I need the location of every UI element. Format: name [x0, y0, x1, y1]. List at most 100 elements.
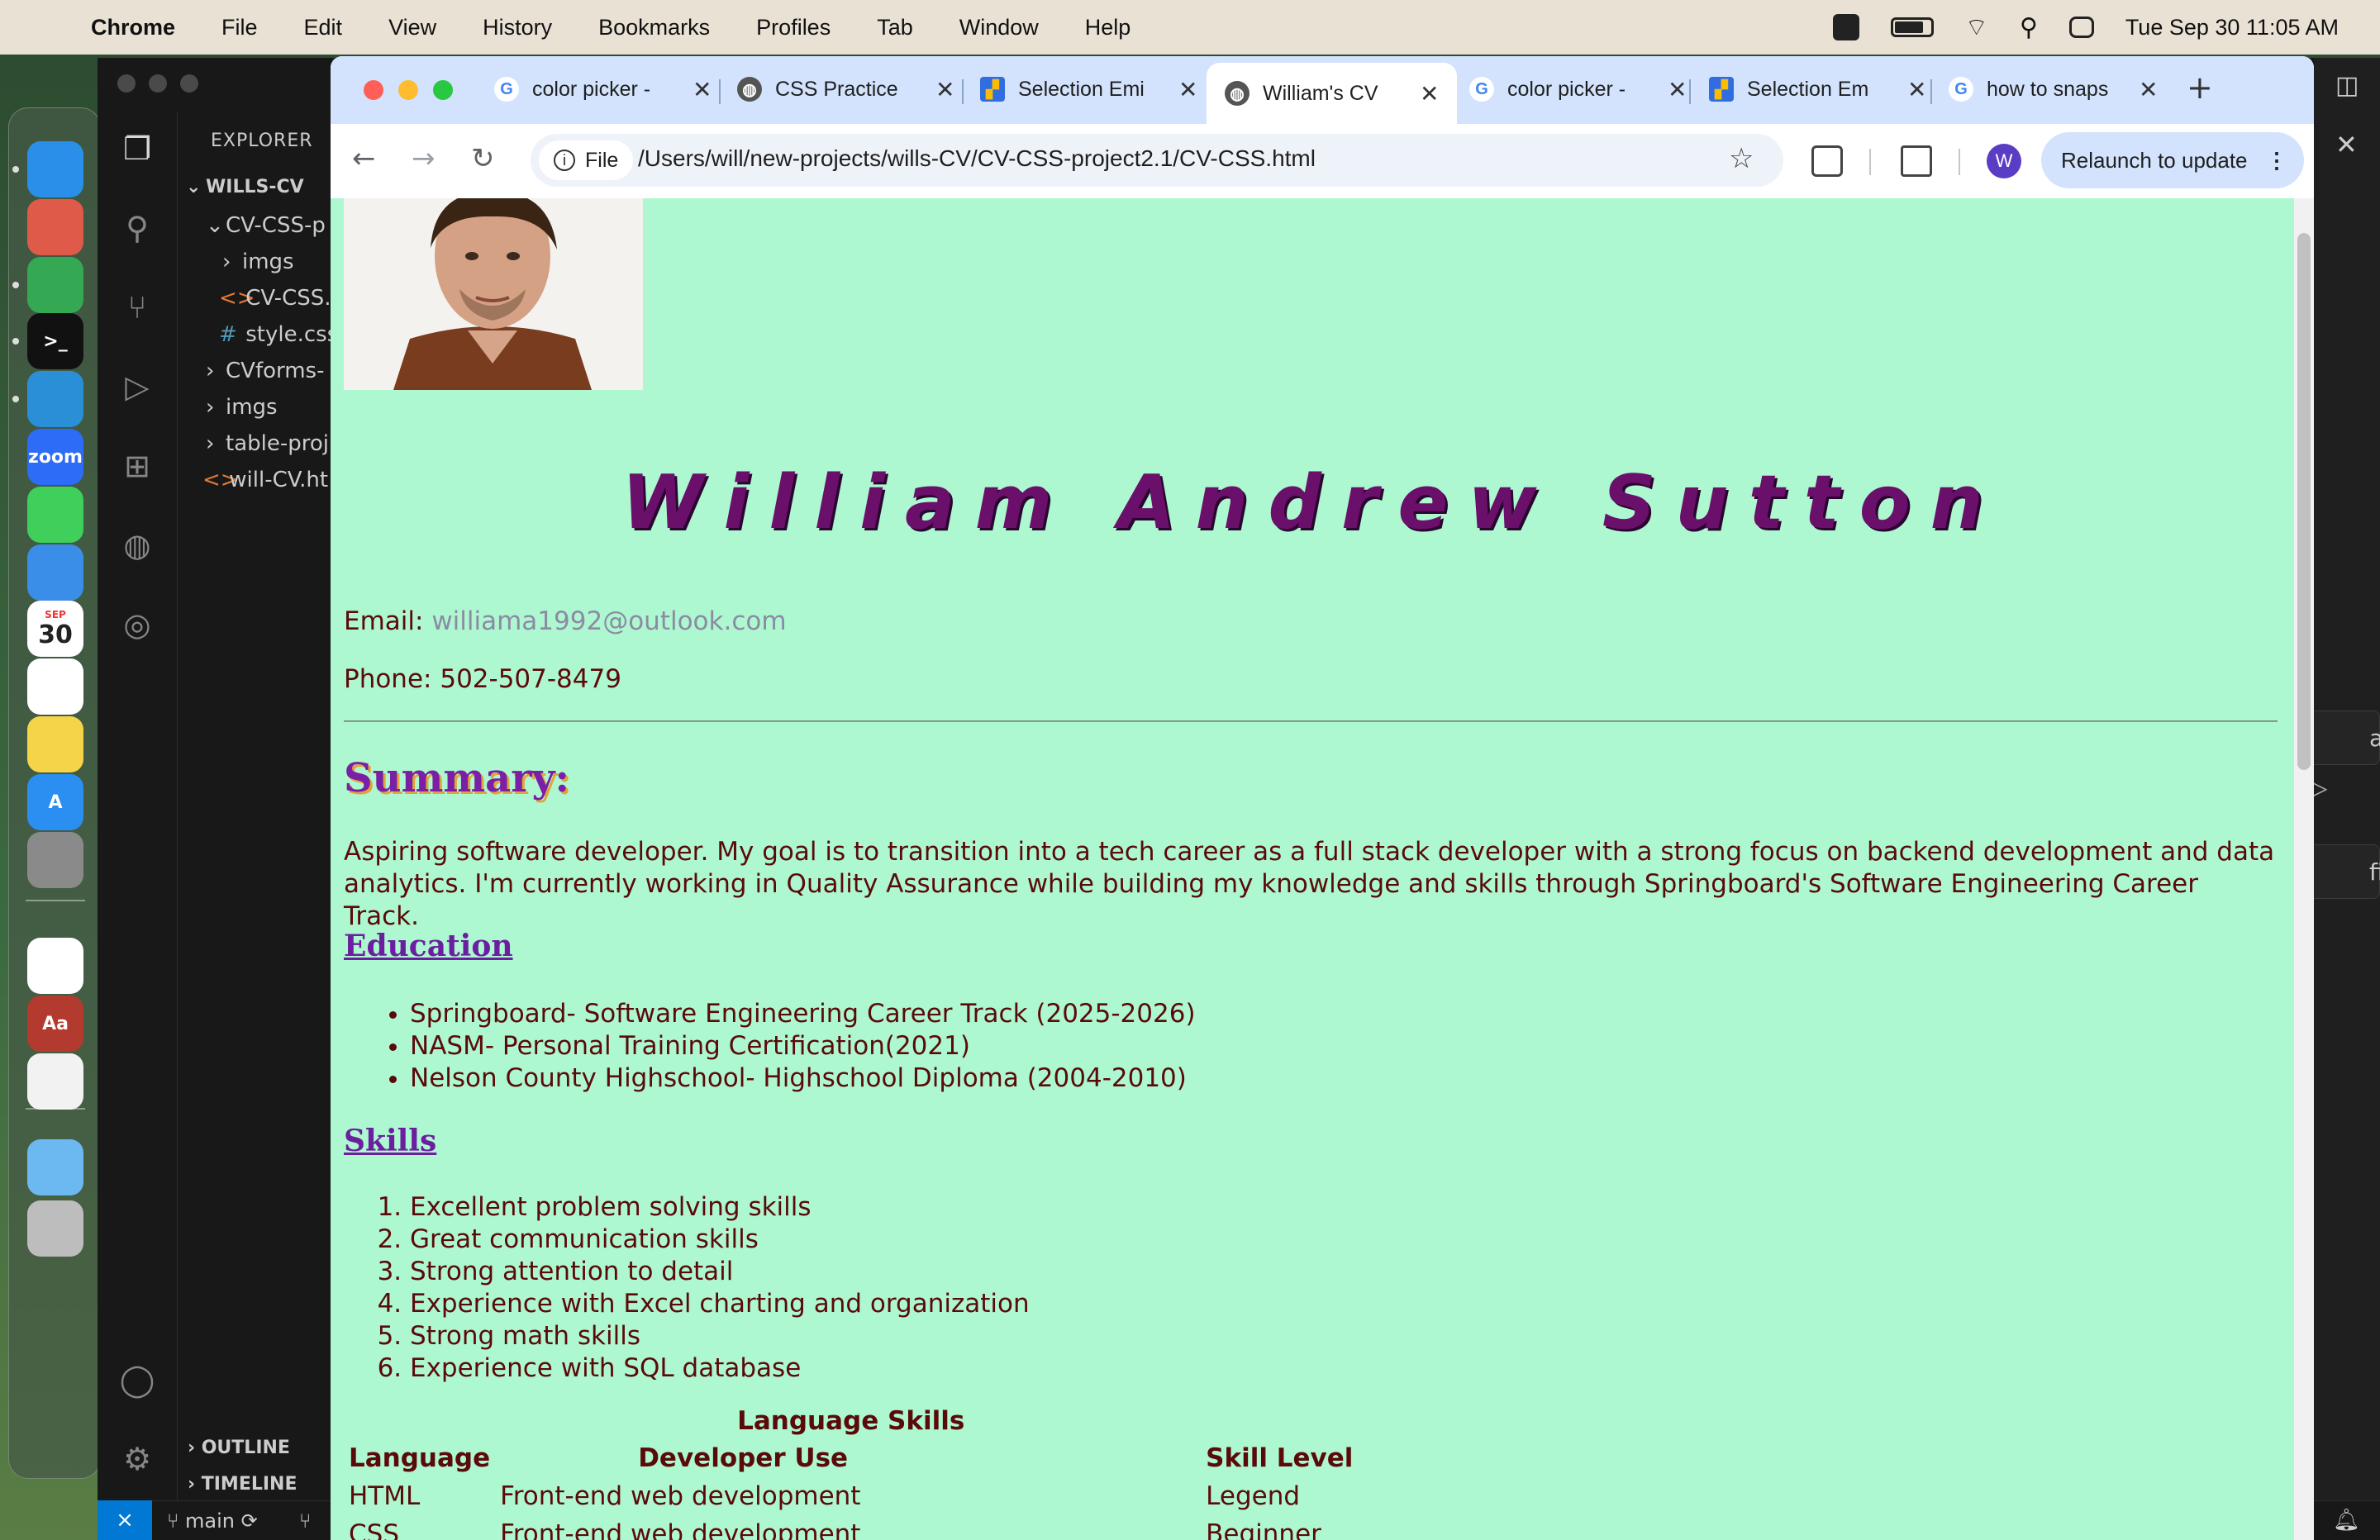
tree-item-folder[interactable]: ⌄CV-CSS-p — [206, 213, 326, 238]
app-favicon-icon: ▞ — [980, 77, 1005, 102]
menu-window[interactable]: Window — [959, 15, 1039, 40]
tab-close-icon[interactable]: ✕ — [1178, 76, 1197, 103]
menu-edit[interactable]: Edit — [304, 15, 343, 40]
notes-icon[interactable] — [27, 716, 83, 772]
profile-avatar[interactable]: W — [1987, 144, 2021, 178]
chrome-close-button[interactable] — [364, 80, 383, 100]
extensions-puzzle-icon[interactable] — [1811, 145, 1843, 177]
trash-icon[interactable] — [27, 1200, 83, 1257]
browser-tab[interactable]: G color picker - ✕ — [1469, 66, 1687, 112]
folder-icon[interactable] — [27, 1139, 83, 1195]
terminal-icon[interactable]: >_ — [27, 313, 83, 369]
tree-item-folder[interactable]: › table-proj — [206, 431, 329, 456]
tree-item-html-file[interactable]: <> will-CV.ht — [202, 468, 328, 492]
menu-history[interactable]: History — [483, 15, 552, 40]
email-link[interactable]: williama1992@outlook.com — [431, 606, 786, 636]
launchpad-icon[interactable] — [27, 199, 83, 255]
new-tab-button[interactable]: + — [2187, 69, 2213, 106]
browser-tab[interactable]: ◍ CSS Practice ✕ — [737, 66, 954, 112]
chevron-right-icon: › — [222, 250, 231, 274]
mail-icon[interactable] — [27, 544, 83, 601]
battery-icon[interactable] — [1890, 17, 1934, 37]
vscode-minimize-button[interactable] — [149, 74, 167, 93]
drive-status-icon[interactable] — [1832, 14, 1859, 40]
spotlight-search-icon[interactable]: ⚲ — [2020, 13, 2038, 42]
menu-bookmarks[interactable]: Bookmarks — [598, 15, 710, 40]
tree-item-css-file[interactable]: # style.css — [219, 322, 338, 347]
tab-close-icon[interactable]: ✕ — [1907, 76, 1926, 103]
forward-arrow-icon[interactable]: → — [412, 142, 436, 175]
calendar-icon[interactable]: SEP 30 — [27, 601, 83, 657]
vscode-close-button[interactable] — [117, 74, 136, 93]
system-settings-icon[interactable] — [27, 832, 83, 888]
menubar-clock[interactable]: Tue Sep 30 11:05 AM — [2125, 15, 2339, 40]
git-graph-icon[interactable]: ◍ — [117, 525, 157, 565]
settings-gear-icon[interactable]: ⚙ — [117, 1439, 157, 1479]
tree-item-folder[interactable]: › CVforms- — [206, 359, 325, 383]
tab-close-icon[interactable]: ✕ — [1420, 80, 1439, 107]
vscode-explorer-sidebar: EXPLORER ⌄ WILLS-CV ⌄CV-CSS-p › imgs <> CV… — [177, 112, 338, 1500]
explorer-icon[interactable]: ❐ — [117, 129, 157, 169]
browser-tab-active[interactable]: ◍ William's CV ✕ — [1207, 63, 1458, 124]
more-vert-icon[interactable]: ⋮ — [2266, 132, 2287, 188]
menu-tab[interactable]: Tab — [877, 15, 913, 40]
site-info-chip[interactable]: i File — [539, 140, 634, 180]
tree-item-folder[interactable]: › imgs — [222, 250, 294, 274]
chrome-minimize-button[interactable] — [398, 80, 418, 100]
menu-help[interactable]: Help — [1085, 15, 1131, 40]
dictionary-icon[interactable]: Aa — [27, 996, 83, 1052]
menu-file[interactable]: File — [221, 15, 258, 40]
reload-icon[interactable]: ↻ — [471, 142, 495, 175]
chevron-down-icon: ⌄ — [206, 213, 224, 238]
zoom-icon[interactable]: zoom — [27, 429, 83, 485]
branch-indicator[interactable]: ⑂ main ⟳ — [167, 1509, 258, 1533]
control-center-icon[interactable] — [2068, 17, 2094, 38]
textedit-icon[interactable] — [27, 1053, 83, 1110]
notifications-bell-icon[interactable]: 🔔︎ — [2333, 1508, 2360, 1533]
tab-close-icon[interactable]: ✕ — [935, 76, 954, 103]
google-drive-icon[interactable] — [27, 938, 83, 994]
css-file-icon: # — [219, 322, 237, 347]
tab-divider — [719, 79, 721, 104]
tab-close-icon[interactable]: ✕ — [1668, 76, 1687, 103]
wifi-icon[interactable]: ⌔ — [1965, 12, 1988, 43]
source-control-icon[interactable]: ⑂ — [117, 288, 157, 327]
reminders-icon[interactable] — [27, 658, 83, 715]
vscode-icon[interactable] — [27, 371, 83, 427]
tab-close-icon[interactable]: ✕ — [693, 76, 712, 103]
browser-tab[interactable]: ▞ Selection Em ✕ — [1709, 66, 1926, 112]
menu-view[interactable]: View — [388, 15, 436, 40]
remote-indicator-button[interactable]: ⨯ — [98, 1500, 152, 1540]
chrome-icon[interactable] — [27, 257, 83, 313]
finder-icon[interactable] — [27, 141, 83, 197]
back-arrow-icon[interactable]: ← — [352, 142, 376, 175]
tab-search-icon[interactable] — [1901, 145, 1932, 177]
bookmark-star-icon[interactable]: ☆ — [1729, 142, 1754, 175]
tab-close-icon[interactable]: ✕ — [2139, 76, 2158, 103]
run-debug-icon[interactable]: ▷ — [117, 367, 157, 406]
remote-explorer-icon[interactable]: ◎ — [117, 605, 157, 644]
browser-tab[interactable]: G how to snaps ✕ — [1949, 66, 2158, 112]
outline-panel-header[interactable]: › OUTLINE — [188, 1438, 290, 1458]
timeline-panel-header[interactable]: › TIMELINE — [188, 1474, 298, 1495]
tree-item-html-file[interactable]: <> CV-CSS. — [219, 286, 331, 311]
vscode-zoom-button[interactable] — [180, 74, 198, 93]
git-status-icon[interactable]: ⑂ — [299, 1509, 311, 1533]
close-icon[interactable]: ✕ — [2335, 129, 2358, 160]
browser-tab[interactable]: G color picker - ✕ — [494, 66, 712, 112]
page-scrollbar-thumb[interactable] — [2297, 233, 2311, 770]
relaunch-to-update-button[interactable]: Relaunch to update ⋮ — [2041, 132, 2304, 188]
messages-icon[interactable] — [27, 487, 83, 543]
chrome-zoom-button[interactable] — [433, 80, 453, 100]
browser-tab[interactable]: ▞ Selection Emi ✕ — [980, 66, 1197, 112]
toggle-sidebar-icon[interactable]: ◫ — [2335, 71, 2359, 100]
tree-item-root[interactable]: ⌄ WILLS-CV — [186, 177, 304, 197]
menu-profiles[interactable]: Profiles — [756, 15, 831, 40]
extensions-icon[interactable]: ⊞ — [117, 446, 157, 486]
menu-chrome[interactable]: Chrome — [91, 15, 175, 40]
search-icon[interactable]: ⚲ — [117, 208, 157, 248]
url-text[interactable]: /Users/will/new-projects/wills-CV/CV-CSS… — [638, 145, 1316, 172]
tree-item-folder[interactable]: › imgs — [206, 395, 278, 420]
accounts-icon[interactable]: ◯ — [117, 1360, 157, 1400]
app-store-icon[interactable]: A — [27, 774, 83, 830]
